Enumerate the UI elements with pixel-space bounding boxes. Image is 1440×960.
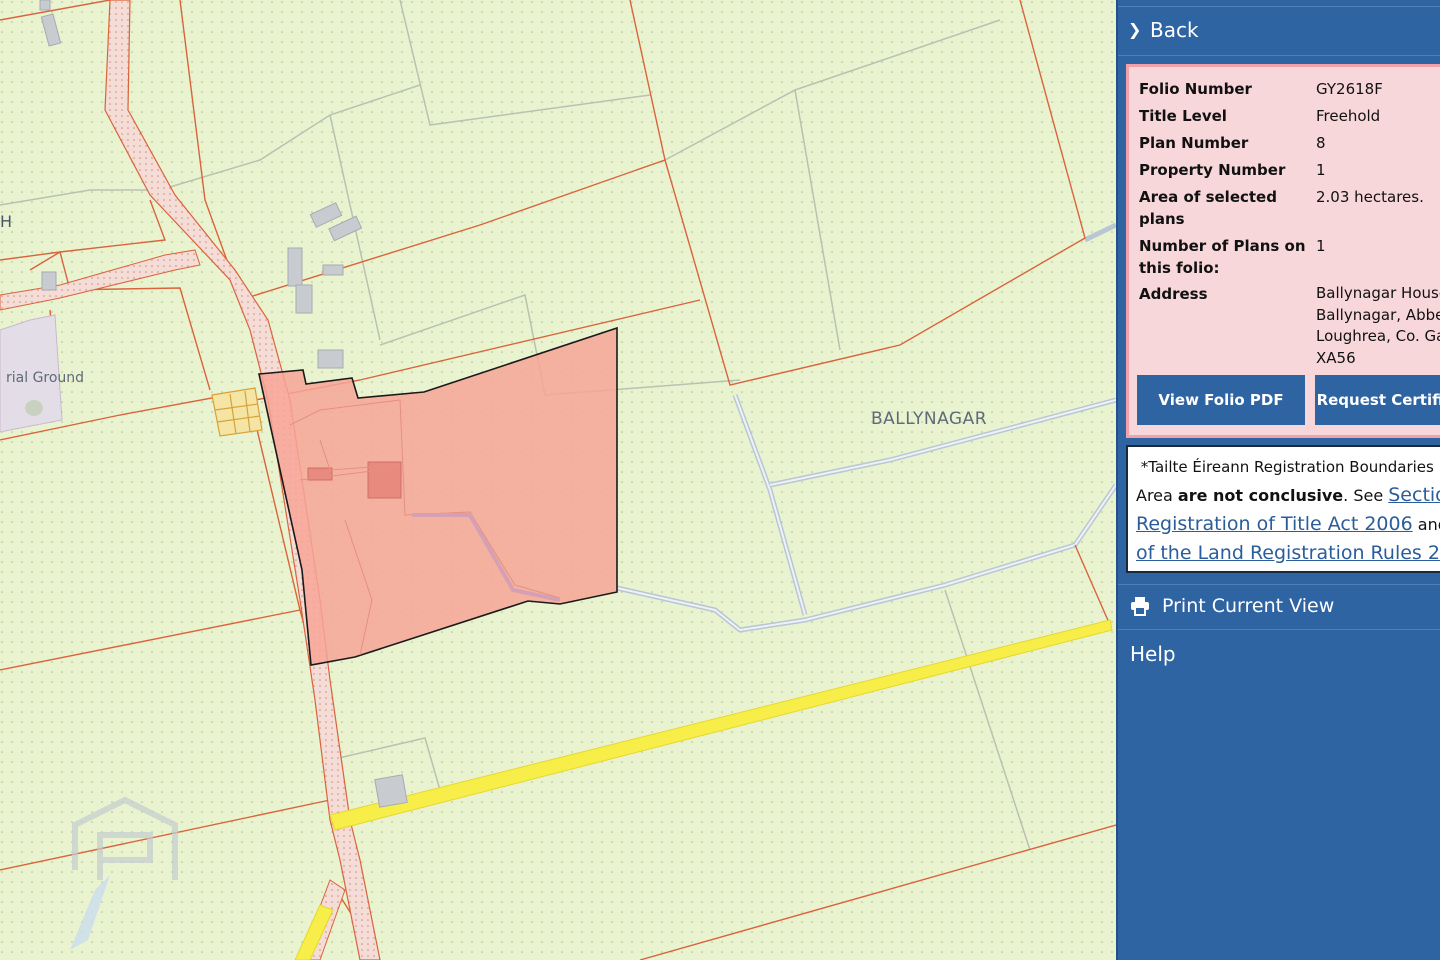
print-current-view-button[interactable]: Print Current View — [1118, 584, 1440, 630]
plan-number-label: Plan Number — [1139, 134, 1249, 152]
folio-info-box: Folio Number GY2618F Title Level Freehol… — [1126, 64, 1440, 438]
notice-line-3: Registration of Title Act 2006 and R — [1136, 513, 1440, 535]
address-label: Address — [1139, 285, 1208, 303]
registration-rules-link[interactable]: of the Land Registration Rules 201 — [1136, 542, 1440, 564]
section-link[interactable]: Section — [1388, 484, 1440, 506]
notice-line-1: *Tailte Éireann Registration Boundaries — [1140, 458, 1434, 476]
property-number-value: 1 — [1316, 161, 1326, 179]
small-plots — [211, 387, 263, 437]
plans-count-label: Number of Plans on this folio: — [1139, 237, 1306, 277]
plans-count-value: 1 — [1316, 237, 1326, 255]
plan-number-value: 8 — [1316, 134, 1326, 152]
title-level-value: Freehold — [1316, 107, 1381, 125]
view-folio-pdf-button[interactable]: View Folio PDF — [1137, 375, 1305, 425]
printer-icon — [1130, 596, 1150, 621]
map-view[interactable]: BALLYNAGAR rial Ground H — [0, 0, 1116, 960]
registration-notice: *Tailte Éireann Registration Boundaries … — [1126, 445, 1440, 573]
notice-line-2: Area are not conclusive. See Section — [1136, 481, 1440, 510]
request-certificate-button[interactable]: Request Certifie — [1315, 375, 1440, 425]
print-label: Print Current View — [1162, 595, 1335, 617]
burial-ground-label: rial Ground — [6, 370, 85, 386]
title-level-label: Title Level — [1139, 107, 1227, 125]
notice-line-4: of the Land Registration Rules 201 — [1136, 539, 1440, 568]
edge-label: H — [0, 212, 13, 231]
help-link[interactable]: Help — [1130, 642, 1176, 666]
townland-label: BALLYNAGAR — [871, 409, 988, 429]
map-canvas[interactable] — [0, 0, 1116, 960]
registration-act-link[interactable]: Registration of Title Act 2006 — [1136, 513, 1413, 535]
folio-number-value: GY2618F — [1316, 80, 1383, 98]
address-value: Ballynagar House Ballynagar, Abbe Loughr… — [1316, 284, 1440, 367]
chevron-right-icon: ❯ — [1128, 20, 1142, 39]
back-button[interactable]: ❯ Back — [1118, 6, 1440, 56]
area-label: Area of selected plans — [1139, 188, 1277, 228]
area-value: 2.03 hectares. — [1316, 188, 1424, 206]
back-label: Back — [1150, 18, 1199, 42]
folio-number-label: Folio Number — [1139, 80, 1252, 98]
property-number-label: Property Number — [1139, 161, 1286, 179]
folio-panel: ❯ Back Folio Number GY2618F Title Level … — [1116, 0, 1440, 960]
